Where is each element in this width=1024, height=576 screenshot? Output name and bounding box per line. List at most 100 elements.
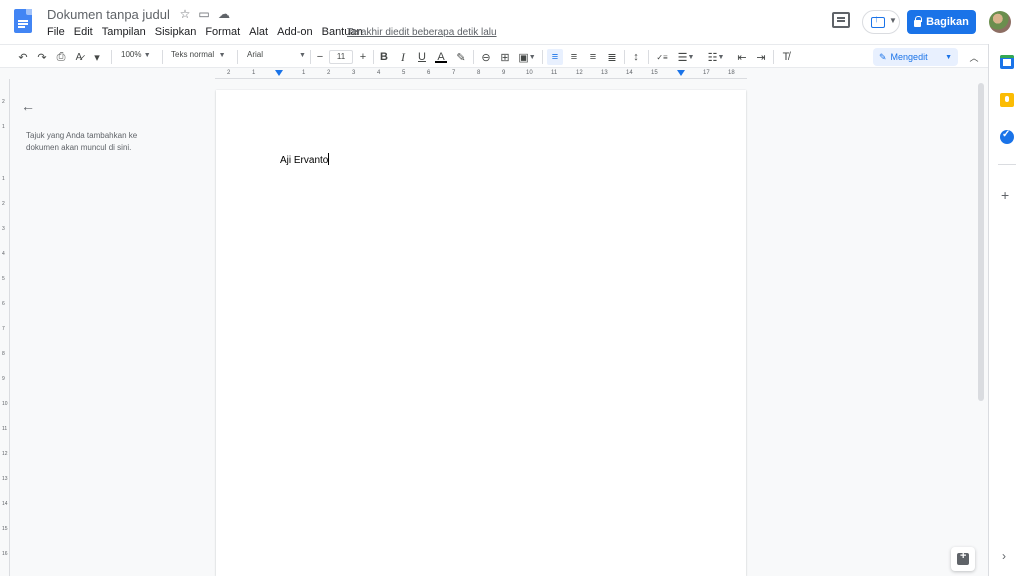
back-arrow-icon[interactable]: ← <box>21 98 35 114</box>
docs-logo-icon[interactable] <box>14 9 32 33</box>
toolbar-divider <box>473 50 474 64</box>
toolbar: ↶ ↷ ⎙ A̷ ▾ 100% ▼ Teks normal ▼ Arial ▼ … <box>0 44 988 68</box>
align-right-icon[interactable]: ≡ <box>585 49 601 65</box>
ruler-number: 12 <box>576 70 583 76</box>
zoom-select[interactable]: 100% ▼ <box>121 50 151 59</box>
toolbar-divider <box>162 50 163 64</box>
lock-icon <box>914 16 923 27</box>
ruler-number: 13 <box>601 70 608 76</box>
vertical-scrollbar[interactable] <box>976 79 986 576</box>
spellcheck-icon[interactable]: A̷ <box>71 49 87 65</box>
ruler-strip <box>215 69 747 79</box>
cloud-saved-icon[interactable]: ☁ <box>217 7 231 21</box>
menu-file[interactable]: File <box>47 26 65 38</box>
collapse-icon[interactable]: ︿ <box>966 49 982 65</box>
comment-icon[interactable]: ⊞ <box>497 49 513 65</box>
ruler-number: 9 <box>502 70 506 76</box>
ruler-number: 8 <box>477 70 481 76</box>
ruler-number: 1 <box>302 70 306 76</box>
explore-icon[interactable] <box>951 547 975 571</box>
share-label: Bagikan <box>926 16 969 28</box>
decrease-font-size-button[interactable]: − <box>314 49 326 65</box>
chevron-down-icon: ▼ <box>218 52 226 59</box>
image-icon[interactable]: ▣ ▼ <box>516 49 538 65</box>
vertical-ruler[interactable]: 2 1 1 2 3 4 5 6 7 8 9 10 11 12 13 14 15 … <box>0 79 10 576</box>
present-icon <box>871 14 885 28</box>
font-select[interactable]: Arial <box>247 50 263 59</box>
document-body[interactable]: Aji Ervanto <box>280 153 330 166</box>
right-indent-marker[interactable] <box>677 70 685 76</box>
ruler-number: 4 <box>377 70 381 76</box>
increase-font-size-button[interactable]: + <box>357 49 369 65</box>
scrollbar-thumb[interactable] <box>978 83 984 401</box>
star-icon[interactable]: ☆ <box>178 7 192 21</box>
menu-addons[interactable]: Add-on <box>277 26 312 38</box>
font-value: Arial <box>247 50 264 59</box>
keep-icon[interactable] <box>1000 93 1014 107</box>
menu-view[interactable]: Tampilan <box>102 26 146 38</box>
undo-icon[interactable]: ↶ <box>15 49 31 65</box>
justify-icon[interactable]: ≣ <box>604 49 620 65</box>
font-size-input[interactable]: 11 <box>329 50 353 64</box>
bulleted-list-icon[interactable]: ☰ ▼ <box>674 49 698 65</box>
clear-format-icon[interactable]: T̸ <box>778 49 794 65</box>
outline-hint: Tajuk yang Anda tambahkan ke dokumen aka… <box>26 131 138 152</box>
last-edit-link[interactable]: Terakhir diedit beberapa detik lalu <box>347 27 497 38</box>
doc-title[interactable]: Dokumen tanpa judul <box>47 7 170 22</box>
ruler-number: 6 <box>427 70 431 76</box>
move-folder-icon[interactable]: ▭ <box>197 7 211 21</box>
ruler-number: 4 <box>2 251 5 257</box>
calendar-icon[interactable] <box>1000 55 1014 69</box>
menu-tools[interactable]: Alat <box>249 26 268 38</box>
decrease-indent-icon[interactable]: ⇤ <box>734 49 750 65</box>
share-button[interactable]: Bagikan <box>907 10 976 34</box>
numbered-list-icon[interactable]: ☷ ▼ <box>704 49 728 65</box>
increase-indent-icon[interactable]: ⇥ <box>753 49 769 65</box>
align-left-icon[interactable]: ≡ <box>547 49 563 65</box>
editing-mode-select[interactable]: ✎ Mengedit ▼ <box>873 48 958 66</box>
highlight-icon[interactable]: ✎ <box>454 49 468 65</box>
chevron-down-icon: ▼ <box>945 53 952 61</box>
redo-icon[interactable]: ↷ <box>34 49 50 65</box>
avatar[interactable] <box>989 11 1011 33</box>
ruler-number: 13 <box>2 476 8 482</box>
ruler-number: 8 <box>2 351 5 357</box>
ruler-number: 5 <box>2 276 5 282</box>
print-icon[interactable]: ⎙ <box>53 49 69 65</box>
menu-format[interactable]: Format <box>205 26 240 38</box>
toolbar-divider <box>624 50 625 64</box>
document-page[interactable]: Aji Ervanto <box>216 90 746 576</box>
chevron-right-icon[interactable]: › <box>1002 549 1006 563</box>
link-icon[interactable]: ⊖ <box>478 49 494 65</box>
paint-format-icon[interactable]: ▾ <box>89 49 105 65</box>
menu-insert[interactable]: Sisipkan <box>155 26 197 38</box>
ruler-number: 10 <box>2 401 8 407</box>
underline-icon[interactable]: U <box>415 49 429 65</box>
chevron-down-icon: ▼ <box>687 53 695 61</box>
ruler-number: 7 <box>2 326 5 332</box>
ruler-number: 6 <box>2 301 5 307</box>
chevron-down-icon: ▼ <box>299 52 306 59</box>
font-select-caret[interactable]: ▼ <box>299 50 306 59</box>
add-icon[interactable]: + <box>1001 187 1009 203</box>
horizontal-ruler[interactable]: 2 1 1 2 3 4 5 6 7 8 9 10 11 12 13 14 15 … <box>215 68 747 79</box>
toolbar-divider <box>310 50 311 64</box>
present-button[interactable]: ▼ <box>862 10 900 34</box>
ruler-number: 1 <box>252 70 256 76</box>
bold-icon[interactable]: B <box>377 49 391 65</box>
menu-edit[interactable]: Edit <box>74 26 93 38</box>
ruler-number: 14 <box>626 70 633 76</box>
ruler-number: 2 <box>327 70 331 76</box>
indent-marker[interactable] <box>275 70 283 76</box>
pencil-icon: ✎ <box>879 51 887 62</box>
style-select[interactable]: Teks normal ▼ <box>171 50 226 59</box>
line-spacing-icon[interactable]: ↕ <box>628 49 644 65</box>
ruler-number: 11 <box>551 70 558 76</box>
comment-history-icon[interactable] <box>832 12 850 28</box>
ruler-number: 15 <box>2 526 8 532</box>
align-center-icon[interactable]: ≡ <box>566 49 582 65</box>
checklist-icon[interactable]: ✓≡ <box>654 49 670 65</box>
ruler-number: 2 <box>227 70 231 76</box>
italic-icon[interactable]: I <box>396 49 410 65</box>
tasks-icon[interactable] <box>1000 129 1014 144</box>
